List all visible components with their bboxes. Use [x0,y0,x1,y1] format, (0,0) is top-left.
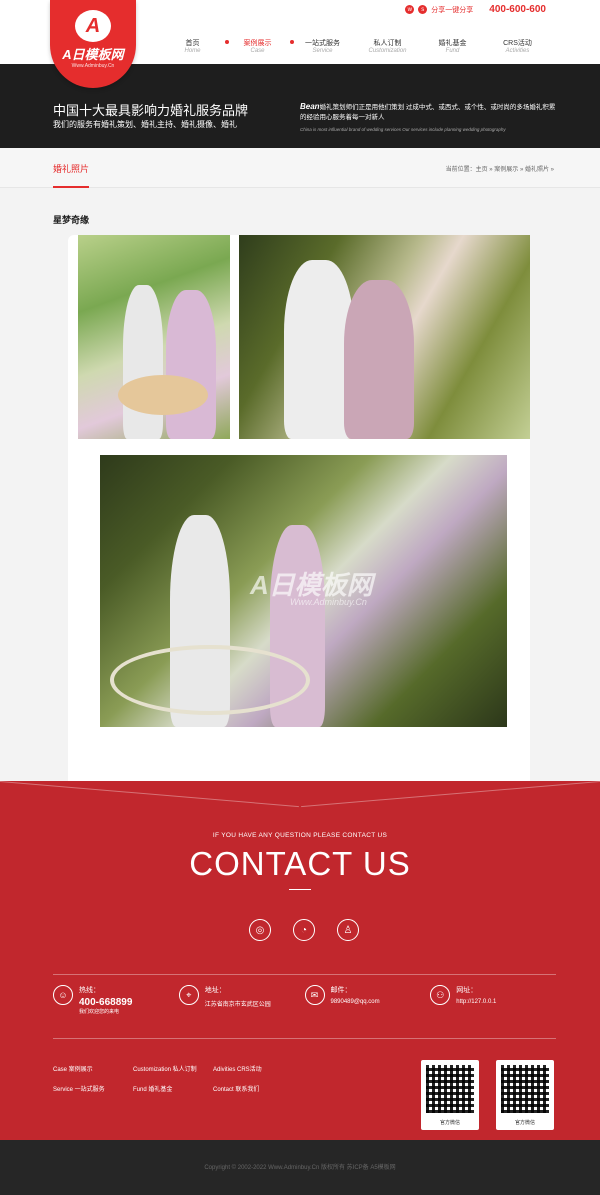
contact-info: ☺ 热线： 400-668899 我们欢迎您的来电 ⌖ 地址： 江苏省南京市玄武… [53,985,556,1015]
share-link[interactable]: 分享一键分享 [431,5,473,15]
weibo-share-icon[interactable]: w [405,5,415,14]
wechat-icon[interactable]: ◔ [293,919,315,941]
nav-item-activities[interactable]: CRS活动 Activities [485,38,550,54]
breadcrumb[interactable]: 当前位置：主页 » 案例展示 » 婚礼照片 » [446,164,554,173]
links-row: Service 一站式服务 Fund 婚礼基金 Contact 联系我们 [53,1084,293,1093]
links-row: Case 案例展示 Customization 私人订制 Adivities C… [53,1064,293,1073]
nav-label: 一站式服务 [305,40,340,47]
qr-caption: 官方微信 [439,1120,460,1126]
footer-links: Case 案例展示 Customization 私人订制 Adivities C… [53,1064,293,1104]
link-customization[interactable]: Customization 私人订制 [133,1064,213,1073]
link-contact[interactable]: Contact 联系我们 [213,1084,293,1093]
bouquet [118,375,208,415]
nav-label: 案例展示 [243,40,272,47]
copyright: Copyright © 2002-2022 Www.Adminbuy.Cn 版权… [204,1165,396,1171]
case-title: 星梦奇缘 [53,215,90,225]
site-footer: Copyright © 2002-2022 Www.Adminbuy.Cn 版权… [0,1140,600,1195]
nav-label: 私人订制 [373,40,402,47]
logo-subtext: Www.Adminbuy.Cn [71,63,115,69]
divider-bottom [53,1038,556,1039]
banner-intro: Bean婚礼策划师们正是用他们策划 过成中式、或西式、或个性、或时尚的多场婚礼积… [300,102,560,135]
weibo-icon[interactable]: ◎ [249,919,271,941]
nav-dot-icon [290,40,294,44]
qr-code-1: 官方微信 [421,1060,479,1130]
wedding-photo-3[interactable]: A日模板网 Www.Adminbuy.Cn [100,455,507,727]
photo-panel: A日模板网 Www.Adminbuy.Cn [68,235,530,787]
location-icon: ⌖ [178,985,199,1005]
nav-label-en: Fund [445,48,460,54]
nav-label-en: Activities [505,48,530,54]
qr-caption: 官方微信 [514,1120,535,1126]
contact-heading: CONTACT US [189,845,411,882]
intro-brand: Bean [300,102,320,111]
nav-label-en: Case [250,48,265,54]
nav-label: 婚礼基金 [438,40,467,47]
intro-text: 婚礼策划师们正是用他们策划 过成中式、或西式、或个性、或时尚的多场婚礼积累的经验… [300,104,556,121]
qq-icon[interactable]: ♙ [337,919,359,941]
site-header: A A日模板网 Www.Adminbuy.Cn w s 分享一键分享 400-6… [0,0,600,88]
nav-item-case[interactable]: 案例展示 Case [225,38,290,54]
link-service[interactable]: Service 一站式服务 [53,1084,133,1093]
bride-figure [166,290,216,439]
bride-figure [344,280,414,439]
web-label: 网址： [456,987,478,994]
bicycle [110,645,310,715]
nav-label-en: Customization [368,48,407,54]
contact-section: IF YOU HAVE ANY QUESTION PLEASE CONTACT … [0,781,600,1140]
phone-label: 热线： [79,987,100,994]
watermark-subtext: Www.Adminbuy.Cn [290,597,367,607]
phone-value[interactable]: 400-668899 [79,997,132,1008]
breadcrumb-bar: 婚礼照片 当前位置：主页 » 案例展示 » 婚礼照片 » [0,148,600,188]
address-value: 江苏省南京市玄武区公园 [204,1002,271,1008]
nav-item-home[interactable]: 首页 Home [160,38,225,54]
nav-item-service[interactable]: 一站式服务 Service [290,38,355,54]
email-label: 邮件： [330,987,352,994]
intro-en: China is most influential brand of weddi… [300,127,506,132]
link-case[interactable]: Case 案例展示 [53,1064,133,1073]
groom-figure [123,285,163,439]
qr-code-icon [501,1065,549,1113]
phone-note: 我们欢迎您的来电 [79,1009,120,1015]
nav-dot-icon [225,40,229,44]
info-web: ⚇ 网址： http://127.0.0.1 [430,985,556,1015]
banner-title: 中国十大最具影响力婚礼服务品牌 [53,103,249,118]
link-activities[interactable]: Adivities CRS活动 [213,1064,293,1073]
section-title: 婚礼照片 [53,164,90,174]
header-phone: 400-600-600 [489,4,546,15]
logo-text: A日模板网 [62,47,124,62]
nav-label: 首页 [185,40,200,47]
mail-icon: ✉ [304,985,325,1005]
address-label: 地址： [204,987,226,994]
nav-item-customization[interactable]: 私人订制 Customization [355,38,420,54]
web-value[interactable]: http://127.0.0.1 [456,999,496,1005]
info-address: ⌖ 地址： 江苏省南京市玄武区公园 [178,985,305,1015]
wedding-photo-1[interactable] [78,235,230,439]
social-links: ◎ ◔ ♙ [249,919,359,941]
banner-subtitle: 我们的服务有婚礼策划、婚礼主持、婚礼摄像、婚礼 [53,120,237,129]
divider-top [53,974,556,975]
qr-code-icon [426,1065,474,1113]
top-bar: w s 分享一键分享 400-600-600 [405,4,546,15]
logo[interactable]: A A日模板网 Www.Adminbuy.Cn [50,0,136,88]
wedding-photo-2[interactable] [239,235,530,439]
link-fund[interactable]: Fund 婚礼基金 [133,1084,213,1093]
info-phone: ☺ 热线： 400-668899 我们欢迎您的来电 [53,985,179,1015]
nav-item-fund[interactable]: 婚礼基金 Fund [420,38,485,54]
nav-label-en: Service [312,48,333,54]
logo-mark-icon: A [75,10,111,42]
email-value[interactable]: 9890489@qq.com [331,999,380,1005]
network-icon: ⚇ [430,985,451,1005]
person-icon: ☺ [53,985,73,1005]
main-content: 星梦奇缘 A日模板网 Www.Adminbuy.Cn [0,188,600,787]
share-icon[interactable]: s [418,5,428,14]
main-nav: 首页 Home 案例展示 Case 一站式服务 Service 私人订制 Cus… [160,38,550,54]
nav-label: CRS活动 [503,40,532,47]
qr-code-2: 官方微信 [496,1060,554,1130]
info-email: ✉ 邮件： 9890489@qq.com [304,985,431,1015]
contact-ask: IF YOU HAVE ANY QUESTION PLEASE CONTACT … [212,832,388,839]
nav-label-en: Home [184,48,201,54]
heading-underline [289,889,311,890]
